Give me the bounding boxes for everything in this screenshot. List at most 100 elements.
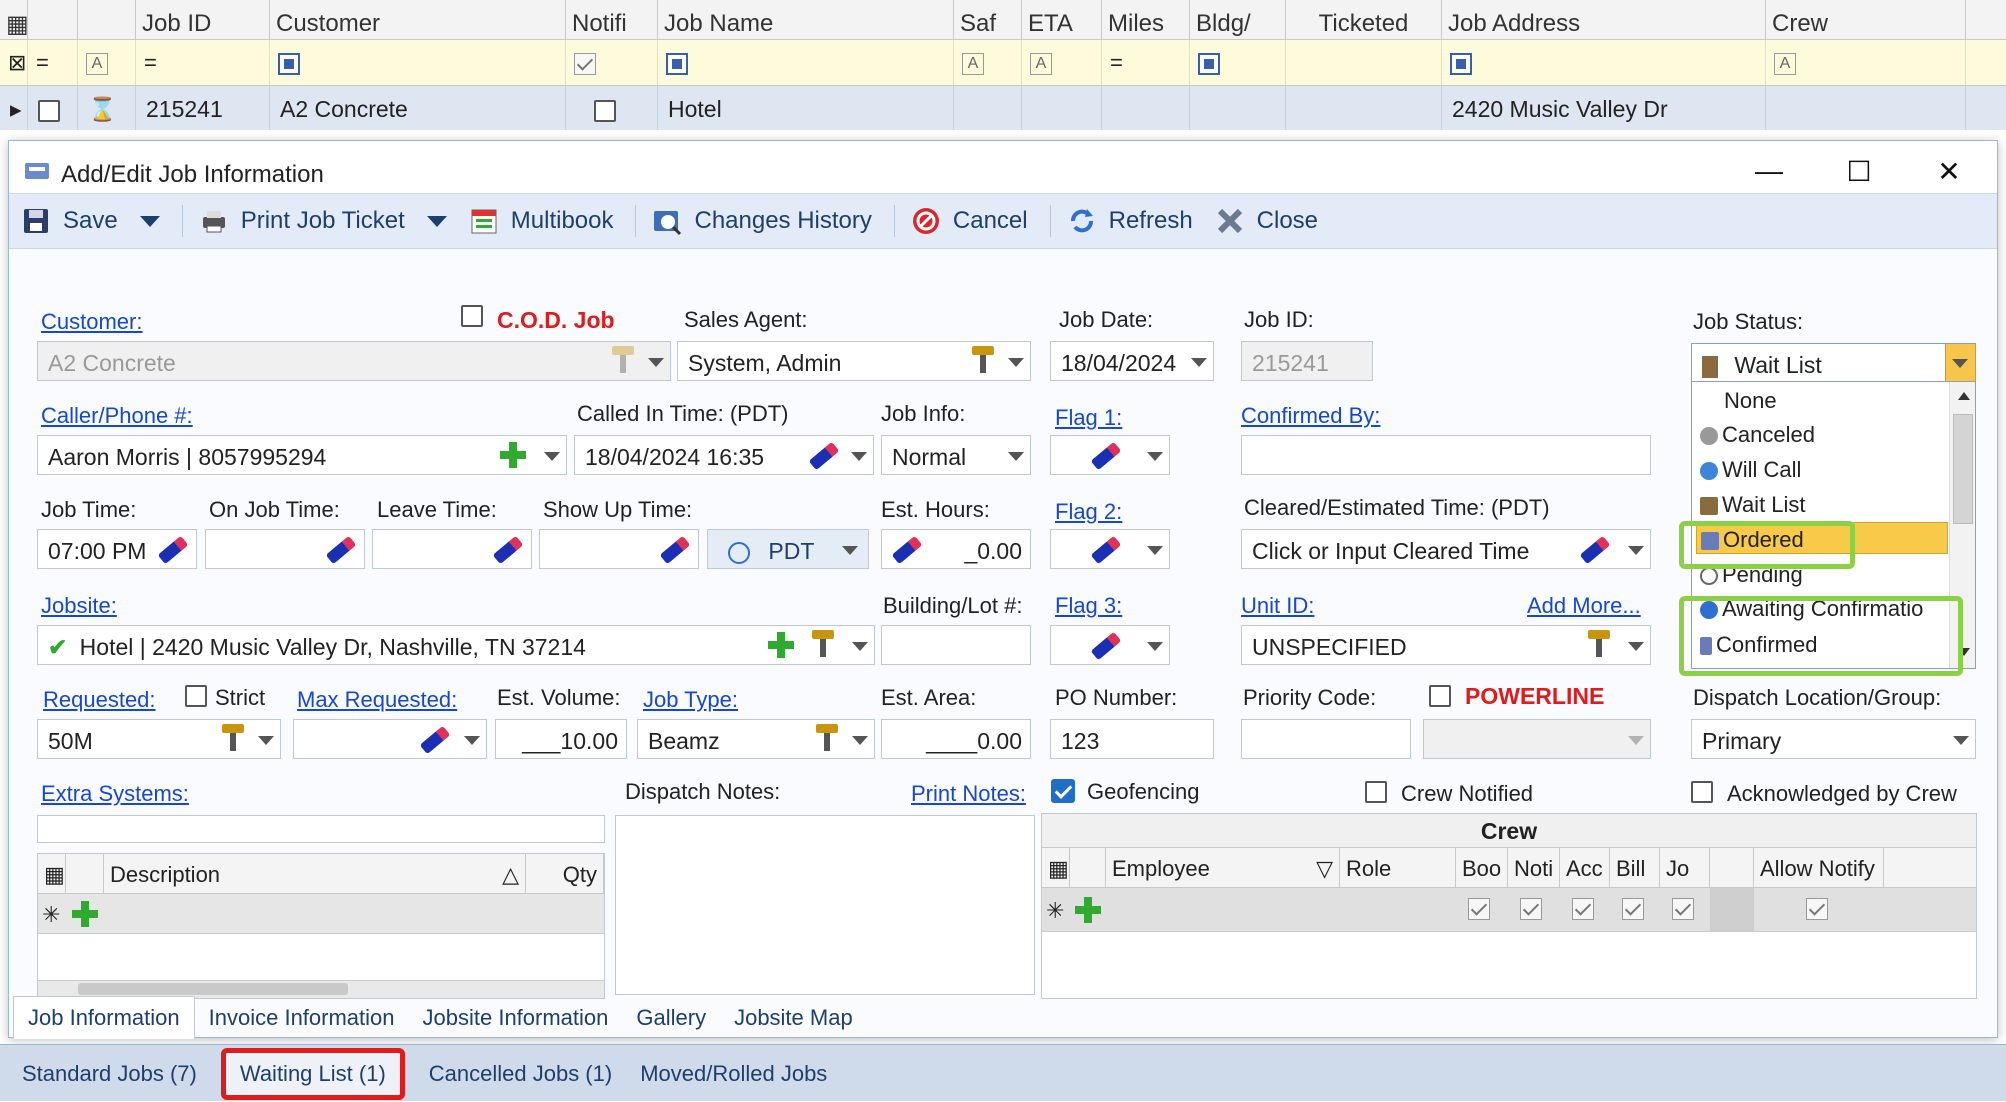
col-notifi[interactable]: Notifi xyxy=(566,0,658,39)
timezone-select[interactable]: PDT xyxy=(707,529,869,569)
print-notes-link[interactable]: Print Notes: xyxy=(911,781,1026,807)
drill-icon[interactable] xyxy=(972,346,994,376)
col-employee[interactable]: Employee ▽ xyxy=(1106,848,1340,887)
add-icon[interactable] xyxy=(1075,897,1101,923)
col-saf[interactable]: Saf xyxy=(954,0,1022,39)
extra-systems-field[interactable] xyxy=(37,815,605,843)
requested-field[interactable]: 50M xyxy=(37,719,281,759)
job-status-dropdown-button[interactable] xyxy=(1945,344,1975,382)
tab-waiting-list[interactable]: Waiting List (1) xyxy=(220,1047,405,1100)
cod-checkbox[interactable] xyxy=(461,305,483,327)
col-acc[interactable]: Acc xyxy=(1560,848,1610,887)
eraser-icon[interactable] xyxy=(891,535,923,565)
eraser-icon[interactable] xyxy=(1090,441,1122,471)
col-job-name[interactable]: Job Name xyxy=(658,0,954,39)
flag3-link[interactable]: Flag 3: xyxy=(1055,593,1122,619)
jobsite-link[interactable]: Jobsite: xyxy=(41,593,117,619)
powerline-checkbox[interactable] xyxy=(1429,685,1451,707)
flag3-select[interactable] xyxy=(1050,625,1170,665)
priority-code-field[interactable] xyxy=(1241,719,1411,759)
new-row[interactable]: ✳ xyxy=(38,894,604,934)
col-job-address[interactable]: Job Address xyxy=(1442,0,1766,39)
job-type-field[interactable]: Beamz xyxy=(637,719,875,759)
add-icon[interactable] xyxy=(768,632,794,658)
flag2-link[interactable]: Flag 2: xyxy=(1055,499,1122,525)
eraser-icon[interactable] xyxy=(492,535,524,565)
drill-icon[interactable] xyxy=(612,346,634,376)
maximize-button[interactable]: ☐ xyxy=(1839,155,1879,188)
confirmed-by-field[interactable] xyxy=(1241,435,1651,475)
eraser-icon[interactable] xyxy=(659,535,691,565)
col-description[interactable]: Description △ xyxy=(104,854,526,893)
print-dropdown-icon[interactable] xyxy=(426,215,447,227)
job-type-link[interactable]: Job Type: xyxy=(643,687,738,713)
col-miles[interactable]: Miles xyxy=(1102,0,1190,39)
eraser-icon[interactable] xyxy=(325,535,357,565)
show-up-time-field[interactable] xyxy=(539,529,699,569)
multibook-button[interactable]: Multibook xyxy=(469,206,613,236)
tab-jobsite-map[interactable]: Jobsite Map xyxy=(720,997,867,1039)
on-job-time-field[interactable] xyxy=(205,529,365,569)
max-requested-link[interactable]: Max Requested: xyxy=(297,687,457,713)
col-bldg[interactable]: Bldg/ xyxy=(1190,0,1286,39)
status-option-wait-list[interactable]: Wait List xyxy=(1700,492,1806,518)
save-button[interactable]: Save xyxy=(21,206,160,236)
unit-id-field[interactable]: UNSPECIFIED xyxy=(1241,625,1651,665)
close-window-button[interactable]: ✕ xyxy=(1929,155,1969,188)
col-job-id[interactable]: Job ID xyxy=(136,0,270,39)
eraser-icon[interactable] xyxy=(1579,535,1611,565)
job-date-field[interactable]: 18/04/2024 xyxy=(1050,341,1214,381)
flag2-select[interactable] xyxy=(1050,529,1170,569)
changes-history-button[interactable]: Changes History xyxy=(652,206,872,236)
drill-icon[interactable] xyxy=(1588,630,1610,660)
flag1-link[interactable]: Flag 1: xyxy=(1055,405,1122,431)
tab-gallery[interactable]: Gallery xyxy=(622,997,720,1039)
tab-job-information[interactable]: Job Information xyxy=(13,996,195,1039)
job-time-field[interactable]: 07:00 PM xyxy=(37,529,197,569)
add-icon[interactable] xyxy=(500,442,526,468)
est-hours-field[interactable]: _0.00 xyxy=(881,529,1031,569)
max-requested-field[interactable] xyxy=(293,719,487,759)
po-number-field[interactable]: 123 xyxy=(1050,719,1214,759)
col-boo[interactable]: Boo xyxy=(1456,848,1508,887)
job-status-select[interactable]: Wait List xyxy=(1691,343,1976,383)
unit-id-link[interactable]: Unit ID: xyxy=(1241,593,1314,619)
eraser-icon[interactable] xyxy=(157,535,189,565)
strict-checkbox[interactable] xyxy=(185,685,207,707)
save-dropdown-icon[interactable] xyxy=(139,215,160,227)
tab-cancelled-jobs[interactable]: Cancelled Jobs (1) xyxy=(415,1053,626,1095)
job-info-select[interactable]: Normal xyxy=(881,435,1031,475)
column-chooser-icon[interactable]: ▦ xyxy=(1042,848,1070,887)
tab-moved-rolled-jobs[interactable]: Moved/Rolled Jobs xyxy=(626,1053,841,1095)
eraser-icon[interactable] xyxy=(1090,631,1122,661)
scroll-up-icon[interactable] xyxy=(1958,392,1970,400)
col-noti[interactable]: Noti xyxy=(1508,848,1560,887)
grid-data-row[interactable]: ▸ ⌛ 215241 A2 Concrete Hotel 2420 Music … xyxy=(0,86,2006,130)
status-option-canceled[interactable]: Canceled xyxy=(1700,422,1815,448)
minimize-button[interactable]: — xyxy=(1749,155,1789,187)
col-role[interactable]: Role xyxy=(1340,848,1456,887)
close-button[interactable]: Close xyxy=(1215,206,1318,236)
col-customer[interactable]: Customer xyxy=(270,0,566,39)
caller-phone-field[interactable]: Aaron Morris | 8057995294 xyxy=(37,435,567,475)
sales-agent-field[interactable]: System, Admin xyxy=(677,341,1031,381)
add-icon[interactable] xyxy=(72,901,98,927)
tab-standard-jobs[interactable]: Standard Jobs (7) xyxy=(8,1053,211,1095)
crew-notified-checkbox[interactable] xyxy=(1365,781,1387,803)
new-crew-row[interactable]: ✳ xyxy=(1042,888,1976,932)
drill-icon[interactable] xyxy=(816,724,838,754)
building-lot-field[interactable] xyxy=(881,625,1031,665)
geofencing-checkbox[interactable] xyxy=(1051,779,1075,803)
col-ticketed[interactable]: Ticketed xyxy=(1286,0,1442,39)
called-in-time-field[interactable]: 18/04/2024 16:35 xyxy=(574,435,874,475)
est-area-field[interactable]: ____0.00 xyxy=(881,719,1031,759)
leave-time-field[interactable] xyxy=(372,529,532,569)
col-qty[interactable]: Qty xyxy=(526,854,604,893)
col-crew[interactable]: Crew xyxy=(1766,0,1966,39)
scroll-thumb[interactable] xyxy=(1953,414,1973,524)
dispatch-location-select[interactable]: Primary xyxy=(1691,719,1976,759)
eraser-icon[interactable] xyxy=(419,725,451,755)
confirmed-by-link[interactable]: Confirmed By: xyxy=(1241,403,1380,429)
col-allow-notify[interactable]: Allow Notify xyxy=(1754,848,1884,887)
refresh-button[interactable]: Refresh xyxy=(1067,206,1193,236)
